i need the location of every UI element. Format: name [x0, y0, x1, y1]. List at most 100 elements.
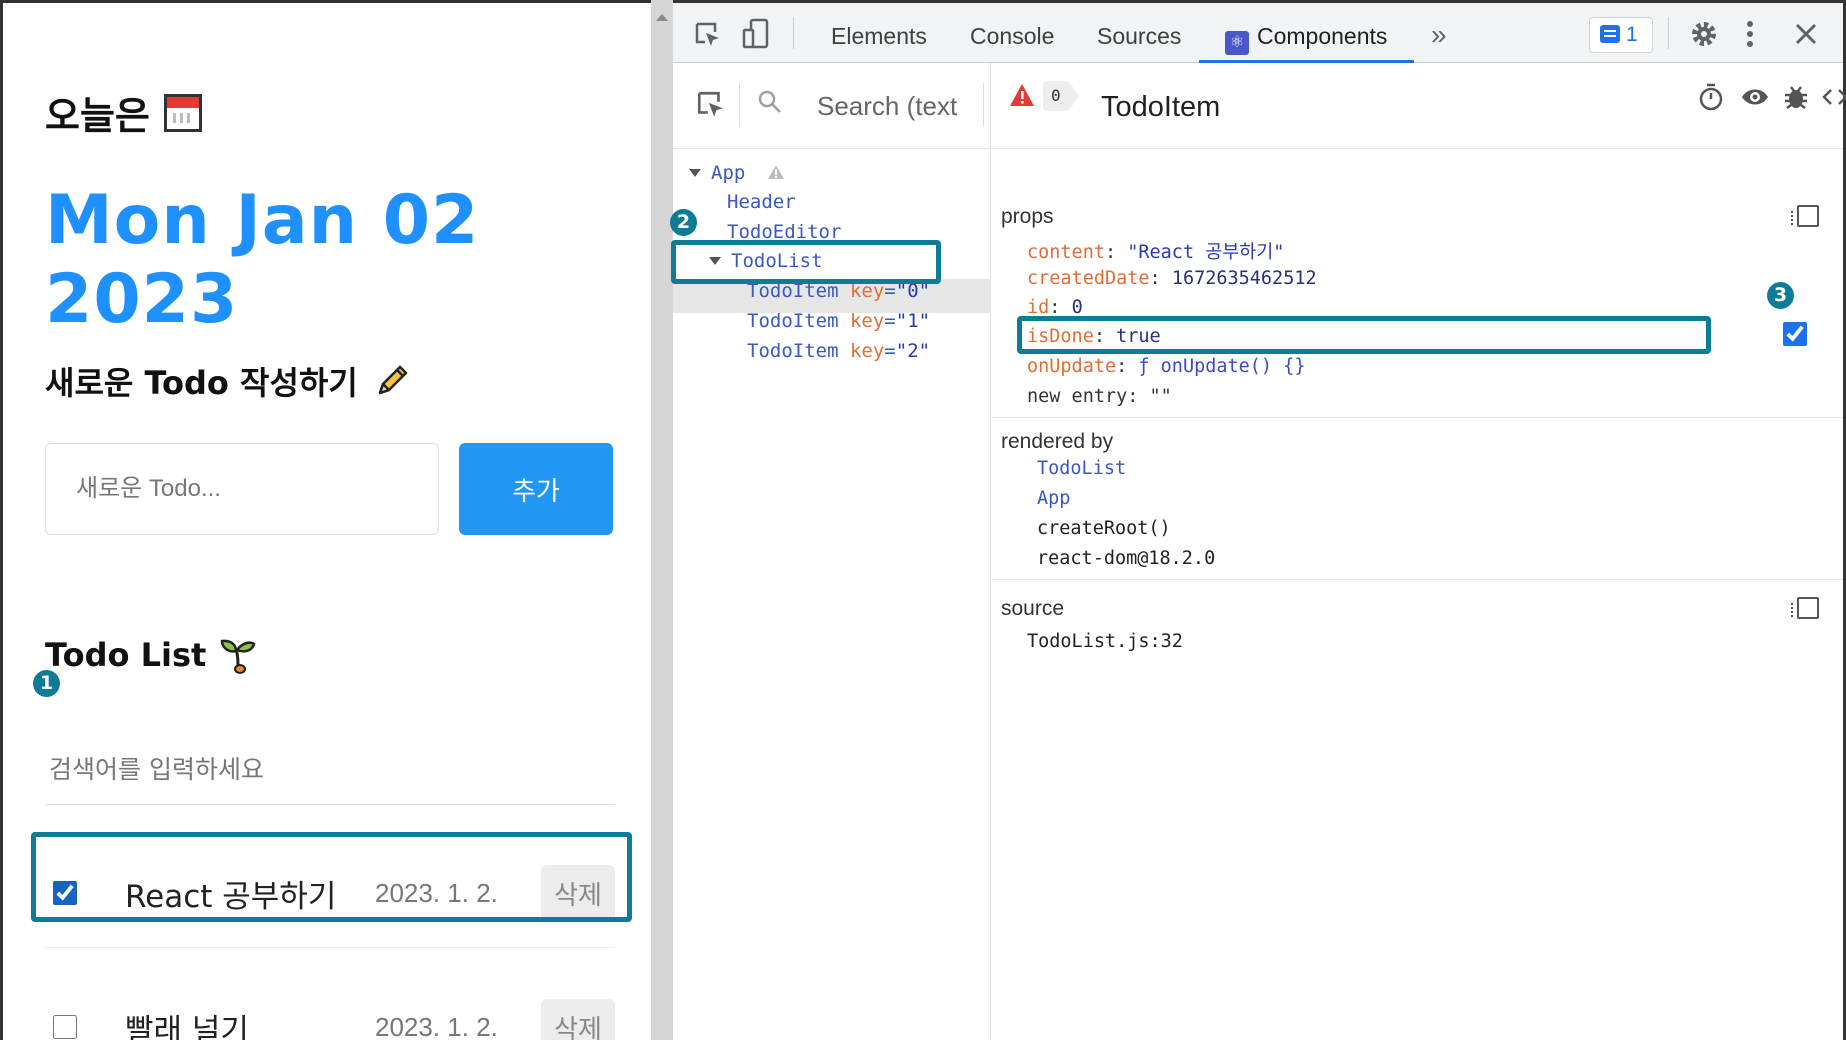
search-separator	[739, 83, 740, 127]
todo-date: 2023. 1. 2.	[375, 877, 498, 908]
prop-value[interactable]: 1672635462512	[1172, 268, 1317, 289]
tab-components[interactable]: ⚛ Components	[1225, 23, 1387, 55]
new-entry-key[interactable]: new entry	[1027, 386, 1127, 407]
tree-node-todoitem-0[interactable]: TodoItem key="0"	[747, 280, 930, 302]
source-location[interactable]: TodoList.js:32	[1027, 631, 1183, 652]
devtools-toolbar: Elements Console Sources ⚛ Components » 1	[673, 3, 1843, 63]
bug-icon[interactable]	[1783, 83, 1809, 111]
current-date: Mon Jan 02 2023	[45, 181, 480, 339]
prop-key: id	[1027, 297, 1050, 318]
todo-content: 빨래 널기	[125, 1012, 249, 1040]
tree-node-header[interactable]: Header	[727, 191, 796, 213]
tree-node-todolist[interactable]: TodoList	[709, 250, 823, 272]
pane-splitter[interactable]	[651, 0, 673, 1040]
message-count: 1	[1626, 23, 1638, 46]
prop-value[interactable]: "React 공부하기"	[1127, 242, 1284, 263]
inspected-element: 0 TodoItem props content: "React 공부하기" c…	[992, 63, 1846, 1040]
rendered-by-react-dom: react-dom@18.2.0	[1037, 548, 1216, 569]
calendar-icon	[163, 93, 202, 132]
tree-node-key: key	[849, 310, 885, 332]
add-button[interactable]: 추가	[459, 443, 613, 535]
toolbar-separator	[793, 17, 794, 49]
prop-value[interactable]: 0	[1072, 297, 1083, 318]
inspected-component-name: TodoItem	[1101, 91, 1221, 123]
warning-icon	[767, 165, 784, 179]
list-title: Todo List	[45, 636, 207, 674]
isdone-toggle-checkbox[interactable]	[1783, 322, 1807, 346]
annotation-marker-2: 2	[670, 209, 697, 236]
pencil-icon	[378, 365, 408, 395]
tree-node-key-value: "0"	[895, 280, 931, 302]
prop-createddate[interactable]: createdDate: 1672635462512	[1027, 268, 1317, 289]
error-warning-icon[interactable]	[1009, 83, 1035, 107]
tab-elements[interactable]: Elements	[831, 23, 927, 50]
row-divider	[45, 947, 615, 948]
search-separator	[983, 83, 984, 127]
tree-node-todoitem-1[interactable]: TodoItem key="1"	[747, 310, 930, 332]
search-input[interactable]	[45, 735, 615, 805]
device-toolbar-icon[interactable]	[741, 18, 771, 50]
todo-item: 빨래 널기 2023. 1. 2. 삭제	[45, 979, 615, 1040]
todo-date: 2023. 1. 2.	[375, 1011, 498, 1040]
tab-console[interactable]: Console	[970, 23, 1054, 50]
todo-item: React 공부하기 2023. 1. 2. 삭제	[45, 845, 615, 941]
tab-components-label: Components	[1257, 23, 1388, 49]
prop-new-entry[interactable]: new entry: ""	[1027, 386, 1172, 407]
today-heading: 오늘은	[45, 85, 202, 140]
messages-badge[interactable]: 1	[1589, 17, 1653, 53]
inspector-header: 0 TodoItem	[992, 63, 1846, 149]
prop-key: createdDate	[1027, 268, 1150, 289]
react-icon: ⚛	[1225, 31, 1249, 55]
tree-node-label: App	[711, 162, 746, 184]
eye-icon[interactable]	[1740, 85, 1770, 109]
view-source-icon[interactable]	[1822, 87, 1846, 107]
tree-node-key: key	[849, 340, 885, 362]
copy-props-icon[interactable]	[1791, 205, 1819, 227]
section-divider	[992, 417, 1843, 418]
todo-done-checkbox[interactable]	[53, 1015, 77, 1039]
tree-node-label: TodoItem	[747, 280, 839, 302]
close-icon[interactable]	[1793, 21, 1819, 47]
tab-sources[interactable]: Sources	[1097, 23, 1181, 50]
prop-value[interactable]: true	[1116, 326, 1161, 347]
annotation-marker-3: 3	[1767, 282, 1794, 309]
delete-button[interactable]: 삭제	[541, 865, 615, 921]
prop-key: onUpdate	[1027, 356, 1117, 377]
editor-heading: 새로운 Todo 작성하기	[45, 358, 412, 404]
todo-app: 오늘은 Mon Jan 02 2023 새로운 Todo 작성하기 추가 Tod…	[0, 0, 651, 1040]
message-icon	[1600, 25, 1620, 43]
tree-node-todoitem-2[interactable]: TodoItem key="2"	[747, 340, 930, 362]
stopwatch-icon[interactable]	[1698, 83, 1724, 111]
scroll-up-arrow-icon[interactable]	[656, 14, 668, 21]
props-section-title: props	[1001, 205, 1054, 228]
rendered-by-todolist-link[interactable]: TodoList	[1037, 458, 1126, 479]
copy-source-icon[interactable]	[1791, 597, 1819, 619]
select-element-icon[interactable]	[695, 89, 727, 121]
more-options-icon[interactable]	[1745, 19, 1755, 49]
prop-isdone[interactable]: isDone: true	[1027, 326, 1161, 347]
today-label: 오늘은	[45, 94, 150, 138]
tree-search-input[interactable]: Search (text	[817, 91, 967, 122]
prop-content[interactable]: content: "React 공부하기"	[1027, 238, 1284, 264]
prop-onupdate[interactable]: onUpdate: ƒ onUpdate() {}	[1027, 356, 1305, 377]
source-title: source	[1001, 597, 1065, 620]
delete-button[interactable]: 삭제	[541, 999, 615, 1040]
todo-done-checkbox[interactable]	[53, 881, 77, 905]
prop-id[interactable]: id: 0	[1027, 297, 1083, 318]
sprout-icon	[221, 639, 256, 674]
expand-caret-icon[interactable]	[709, 257, 721, 265]
settings-gear-icon[interactable]	[1689, 19, 1719, 49]
tree-node-app[interactable]: App	[689, 162, 785, 184]
inspect-element-icon[interactable]	[693, 20, 723, 50]
component-tree: Search (text App Header TodoEditor TodoL…	[673, 63, 991, 1040]
tree-node-key-value: "1"	[895, 310, 931, 332]
toolbar-separator	[1668, 17, 1669, 49]
todo-content: React 공부하기	[125, 878, 337, 915]
expand-caret-icon[interactable]	[689, 169, 701, 177]
new-todo-input[interactable]	[45, 443, 439, 535]
new-entry-value[interactable]: ""	[1150, 386, 1172, 407]
rendered-by-app-link[interactable]: App	[1037, 488, 1070, 509]
tree-node-todoeditor[interactable]: TodoEditor	[727, 221, 841, 243]
more-tabs-icon[interactable]: »	[1431, 19, 1447, 51]
tree-node-label: TodoList	[731, 250, 823, 272]
